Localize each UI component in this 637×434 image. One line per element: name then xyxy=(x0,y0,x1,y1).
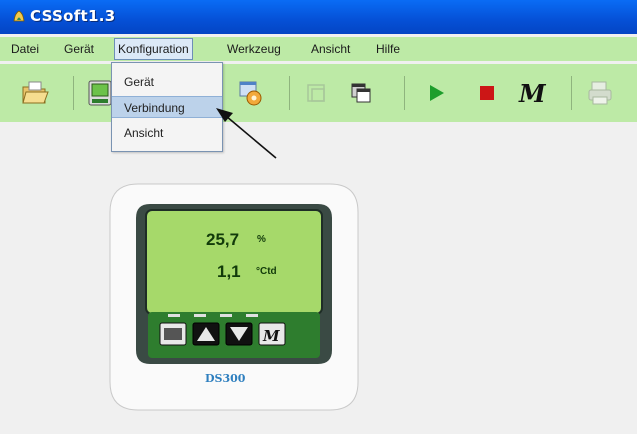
config-tool-icon[interactable] xyxy=(236,78,266,108)
dropdown-item-geraet[interactable]: Gerät xyxy=(112,71,222,93)
open-folder-icon[interactable] xyxy=(20,78,50,108)
svg-text:M: M xyxy=(518,79,547,108)
menu-werkzeug[interactable]: Werkzeug xyxy=(227,39,281,59)
toolbar-separator xyxy=(571,76,572,110)
toolbar-separator xyxy=(289,76,290,110)
window-icon[interactable] xyxy=(301,78,331,108)
keypad-m-key: M xyxy=(258,322,286,346)
reading-value-1: 25,7 xyxy=(206,230,240,249)
cascade-icon[interactable] xyxy=(346,78,376,108)
dropdown-item-verbindung[interactable]: Verbindung xyxy=(112,96,222,118)
m-logo-icon[interactable]: M xyxy=(516,78,556,108)
reading-unit-2: °Ctd xyxy=(256,266,277,277)
svg-text:M: M xyxy=(262,327,280,345)
title-bar: CSSoft1.3 xyxy=(0,0,637,34)
play-icon[interactable] xyxy=(421,78,451,108)
window-title: CSSoft1.3 xyxy=(30,7,116,25)
stop-icon[interactable] xyxy=(472,78,502,108)
menu-hilfe[interactable]: Hilfe xyxy=(376,39,400,59)
reading-unit-1: % xyxy=(257,234,266,245)
dropdown-item-ansicht[interactable]: Ansicht xyxy=(112,122,222,144)
keypad-up-key xyxy=(192,322,220,346)
app-icon xyxy=(13,10,25,22)
menu-datei[interactable]: Datei xyxy=(11,39,39,59)
menu-ansicht[interactable]: Ansicht xyxy=(311,39,350,59)
printer-icon[interactable] xyxy=(585,78,615,108)
keypad-down-key xyxy=(225,322,253,346)
toolbar-separator xyxy=(404,76,405,110)
toolbar-separator xyxy=(73,76,74,110)
konfiguration-dropdown: Gerät Verbindung Ansicht xyxy=(111,62,223,152)
device-model-label: DS300 xyxy=(205,372,246,385)
menu-geraet[interactable]: Gerät xyxy=(64,39,94,59)
menu-konfiguration[interactable]: Konfiguration xyxy=(114,38,193,60)
reading-value-2: 1,1 xyxy=(217,262,241,281)
keypad-book-key xyxy=(159,322,187,346)
